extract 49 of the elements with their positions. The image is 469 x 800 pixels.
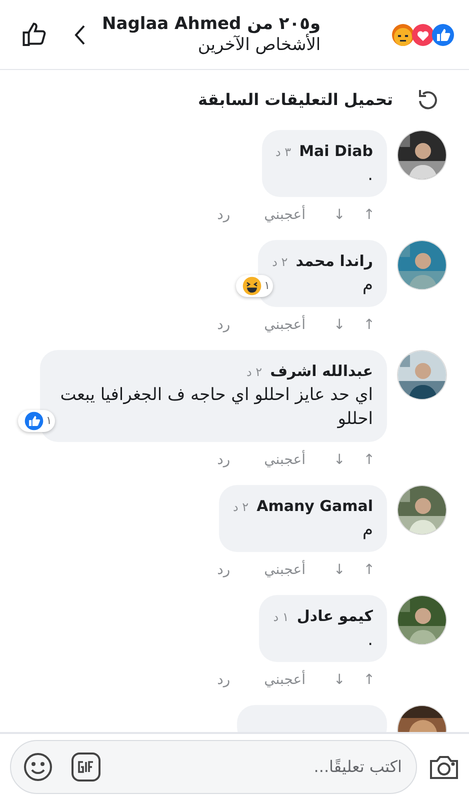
like-link[interactable]: أعجبني xyxy=(264,205,306,226)
like-link[interactable]: أعجبني xyxy=(264,560,306,582)
reply-link[interactable]: رد xyxy=(217,205,230,226)
comment-time: ١ د xyxy=(273,609,289,626)
upvote-button[interactable]: ↑ xyxy=(363,450,375,472)
like-link[interactable]: أعجبني xyxy=(264,315,306,336)
downvote-button[interactable]: ↓ xyxy=(334,670,346,692)
smiley-icon[interactable] xyxy=(23,752,53,782)
gif-icon[interactable] xyxy=(71,752,101,782)
comment-time: ٣ د xyxy=(276,144,292,161)
back-icon[interactable] xyxy=(74,24,86,46)
downvote-button[interactable]: ↓ xyxy=(334,205,346,226)
downvote-button[interactable]: ↓ xyxy=(334,560,346,582)
thumbs-up-icon xyxy=(24,411,44,432)
upvote-button[interactable]: ↑ xyxy=(363,560,375,582)
reply-link[interactable]: رد xyxy=(217,670,230,692)
reaction-count-badge[interactable]: ١ xyxy=(236,275,274,298)
comment-time: ٢ د xyxy=(246,364,262,382)
reactors-title: و٢٠٥ من Naglaa Ahmed xyxy=(102,14,321,34)
reply-link[interactable]: رد xyxy=(217,450,230,472)
comment-author[interactable]: عبدالله اشرف xyxy=(270,360,373,383)
reaction-count-badge[interactable]: ١ xyxy=(18,410,55,432)
comment-time: ٢ د xyxy=(272,254,288,272)
reactors-subtitle: الأشخاص الآخرين xyxy=(196,34,321,55)
comment-author[interactable]: راندا محمد xyxy=(296,250,373,273)
comment-text: . xyxy=(366,628,373,652)
reload-icon[interactable] xyxy=(417,88,439,112)
upvote-button[interactable]: ↑ xyxy=(363,205,375,226)
comment-field[interactable]: اكتب تعليقًا... xyxy=(10,740,417,794)
comment-author[interactable]: Amany Gamal xyxy=(256,495,373,518)
downvote-button[interactable]: ↓ xyxy=(334,315,346,336)
comment-text: م xyxy=(361,274,373,297)
comment-text: . xyxy=(366,164,373,186)
thumbs-up-icon xyxy=(431,22,455,46)
laughing-face-icon xyxy=(242,276,262,296)
load-previous-link[interactable]: تحميل التعليقات السابقة xyxy=(198,88,393,112)
upvote-button[interactable]: ↑ xyxy=(363,315,375,336)
camera-icon[interactable] xyxy=(429,754,459,780)
like-link[interactable]: أعجبني xyxy=(264,450,306,472)
comment-time: ٢ د xyxy=(233,499,249,516)
comment-text: اي حد عايز احللو اي حاجه ف الجغرافيا يبعت احللو xyxy=(59,384,373,432)
reply-link[interactable]: رد xyxy=(217,560,230,582)
comment-author[interactable]: Mai Diab xyxy=(299,140,373,162)
comment-author[interactable]: كيمو عادل xyxy=(296,605,373,628)
like-link[interactable]: أعجبني xyxy=(264,670,306,692)
reply-link[interactable]: رد xyxy=(217,315,230,336)
upvote-button[interactable]: ↑ xyxy=(363,670,375,692)
comment-text: م xyxy=(361,518,373,542)
downvote-button[interactable]: ↓ xyxy=(334,450,346,472)
